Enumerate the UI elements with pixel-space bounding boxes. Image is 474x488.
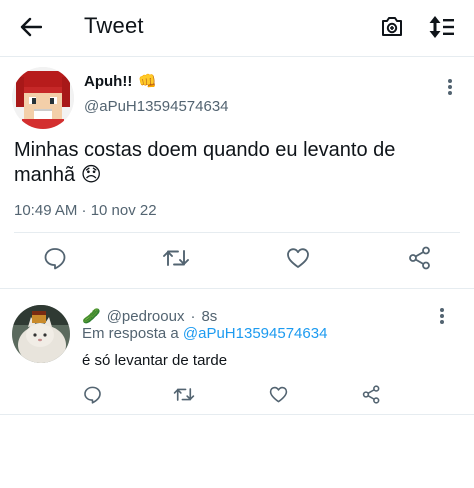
share-button[interactable] bbox=[406, 244, 434, 272]
header-divider bbox=[0, 56, 474, 57]
reply-to-line: Em resposta a @aPuH13594574634 bbox=[82, 325, 327, 342]
cucumber-emoji-icon: 🥒 bbox=[82, 308, 101, 325]
more-vertical-icon bbox=[448, 79, 452, 95]
tweet-divider bbox=[0, 288, 474, 289]
timestamp-divider bbox=[14, 232, 460, 233]
cat-avatar-image bbox=[12, 305, 70, 363]
reply-icon bbox=[83, 386, 101, 404]
reply-share-button[interactable] bbox=[359, 382, 383, 406]
tweet-text-body: Minhas costas doem quando eu levanto de … bbox=[14, 139, 396, 186]
more-options-button[interactable] bbox=[440, 76, 460, 98]
author-name-text: Apuh!! bbox=[84, 72, 133, 90]
more-vertical-icon bbox=[440, 308, 444, 324]
reply-to-mention[interactable]: @aPuH13594574634 bbox=[183, 325, 328, 342]
reply-header: 🥒 @pedrooux · 8s bbox=[82, 307, 217, 326]
camera-button[interactable] bbox=[378, 12, 406, 40]
share-icon bbox=[409, 246, 430, 270]
heart-icon bbox=[269, 386, 287, 402]
tweet-text: Minhas costas doem quando eu levanto de … bbox=[14, 138, 454, 188]
back-button[interactable] bbox=[16, 13, 46, 41]
reply-handle[interactable]: @pedrooux bbox=[107, 308, 185, 325]
heart-icon bbox=[287, 248, 309, 268]
author-name[interactable]: Apuh!! 👊 bbox=[84, 72, 157, 91]
sad-emoji-icon: 😞 bbox=[80, 164, 102, 186]
reply-like-button[interactable] bbox=[266, 382, 290, 406]
like-button[interactable] bbox=[284, 244, 312, 272]
tweet-actions bbox=[0, 244, 474, 274]
avatar[interactable] bbox=[12, 67, 74, 129]
reply-actions bbox=[0, 382, 474, 406]
sort-button[interactable] bbox=[427, 12, 457, 42]
reply-button[interactable] bbox=[41, 244, 69, 272]
arrow-left-icon bbox=[20, 17, 42, 37]
reply-time-separator: · bbox=[190, 307, 196, 325]
retweet-icon bbox=[163, 250, 189, 266]
reply-more-options-button[interactable] bbox=[432, 305, 452, 327]
reply-to-prefix: Em resposta a bbox=[82, 325, 179, 342]
retweet-icon bbox=[173, 387, 195, 401]
reply-time[interactable]: 8s bbox=[201, 308, 217, 325]
top-bar: Tweet bbox=[0, 0, 474, 54]
reply-icon bbox=[44, 248, 66, 270]
reply-text: é só levantar de tarde bbox=[82, 352, 228, 369]
reply-reply-button[interactable] bbox=[80, 382, 104, 406]
fist-emoji-icon: 👊 bbox=[138, 73, 157, 90]
retweet-button[interactable] bbox=[162, 244, 190, 272]
page-title: Tweet bbox=[84, 13, 144, 38]
share-icon bbox=[362, 384, 379, 404]
pixel-avatar-image bbox=[12, 67, 74, 129]
camera-icon bbox=[382, 17, 402, 36]
reply-retweet-button[interactable] bbox=[172, 382, 196, 406]
author-handle[interactable]: @aPuH13594574634 bbox=[84, 98, 229, 115]
sort-icon bbox=[429, 16, 454, 38]
tweet-timestamp[interactable]: 10:49 AM · 10 nov 22 bbox=[14, 202, 157, 219]
reply-avatar[interactable] bbox=[12, 305, 70, 363]
reply-divider bbox=[0, 414, 474, 415]
